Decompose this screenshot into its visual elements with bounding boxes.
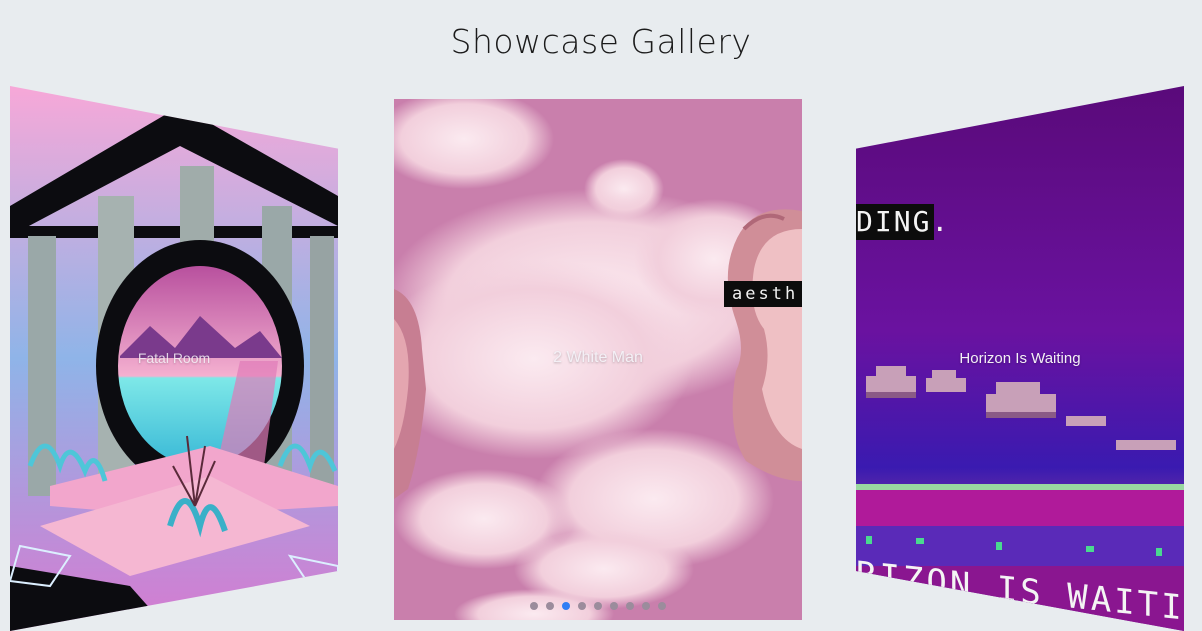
- pagination-dot[interactable]: [642, 602, 650, 610]
- pagination-dot[interactable]: [594, 602, 602, 610]
- slide-caption: Fatal Room: [137, 350, 211, 366]
- pagination-dot[interactable]: [546, 602, 554, 610]
- pagination-dot[interactable]: [610, 602, 618, 610]
- slide-2-white-man[interactable]: aesth 2 White Man: [394, 99, 802, 620]
- pagination-dot[interactable]: [530, 602, 538, 610]
- slide-fatal-room[interactable]: Fatal Room: [10, 86, 338, 631]
- carousel-pagination: [394, 602, 802, 610]
- pagination-dot[interactable]: [626, 602, 634, 610]
- slide-caption: 2 White Man: [553, 349, 643, 366]
- top-banner-text: DING.: [856, 205, 951, 238]
- pagination-dot[interactable]: [658, 602, 666, 610]
- page-title: Showcase Gallery: [450, 22, 752, 61]
- slide-caption: Horizon Is Waiting: [959, 350, 1081, 367]
- slide-horizon-is-waiting[interactable]: DING. Horizon Is Waiting RIZON IS WAITIN…: [856, 86, 1184, 631]
- aesthetic-label-overlay: aesth: [724, 281, 802, 307]
- pagination-dot[interactable]: [578, 602, 586, 610]
- pagination-dot-active[interactable]: [562, 602, 570, 610]
